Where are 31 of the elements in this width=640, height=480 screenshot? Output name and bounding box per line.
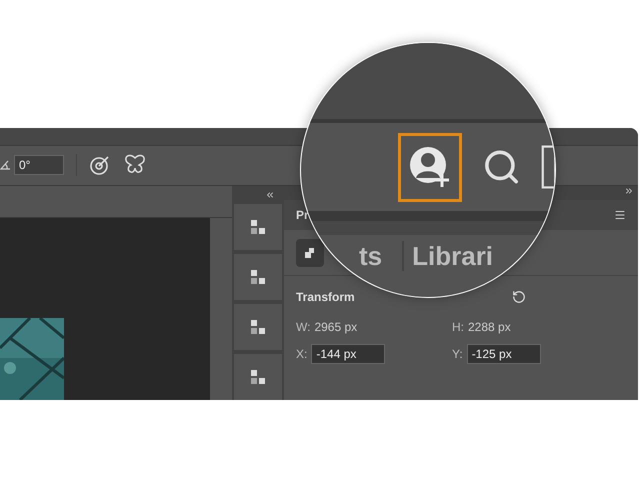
field-label: X: — [296, 346, 308, 363]
panel-tab[interactable]: ts — [351, 241, 390, 271]
value-field[interactable]: -125 px — [466, 344, 541, 364]
panel-title: Pr — [296, 207, 309, 224]
angle-field[interactable]: 0° — [14, 155, 64, 176]
value-text: 2288 px — [468, 319, 511, 336]
panel-button[interactable] — [234, 204, 282, 250]
document-icon — [304, 246, 316, 258]
angle-icon — [0, 160, 10, 170]
panel-icon — [248, 267, 268, 287]
field-label: Y: — [452, 346, 463, 363]
panel-icon — [248, 317, 268, 337]
section-title: Transform — [296, 289, 355, 306]
value-text: 2965 px — [314, 319, 358, 336]
panel-icon — [248, 217, 268, 237]
field-label: H: — [452, 319, 464, 336]
menu-icon[interactable] — [614, 209, 626, 221]
target-brush-icon[interactable] — [89, 154, 111, 176]
panel-tab[interactable]: Librari — [402, 241, 502, 271]
panel-button[interactable] — [234, 254, 282, 300]
value-field[interactable]: -144 px — [311, 344, 386, 364]
reset-icon[interactable] — [512, 290, 526, 304]
panel-icon — [248, 367, 268, 387]
collapse-icon[interactable] — [265, 190, 275, 200]
panel-button[interactable] — [234, 304, 282, 350]
expand-icon[interactable] — [624, 186, 634, 196]
add-user-button[interactable] — [398, 132, 462, 202]
document-button[interactable] — [296, 238, 324, 266]
field-label: W: — [296, 319, 310, 336]
add-user-icon — [408, 145, 452, 189]
panel-button[interactable] — [234, 354, 282, 400]
